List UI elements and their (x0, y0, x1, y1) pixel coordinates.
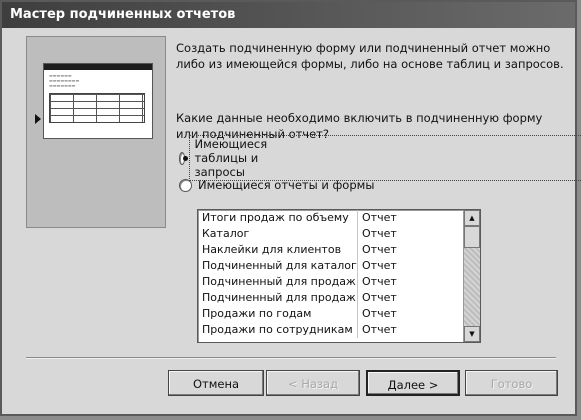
preview-grid (49, 93, 145, 123)
list-item[interactable]: Продажи по сотрудникам и Отчет (198, 322, 480, 338)
intro-text: Создать подчиненную форму или подчиненны… (176, 41, 564, 71)
item-type: Отчет (362, 259, 397, 272)
pointer-arrow-icon (35, 114, 41, 124)
listbox-scrollbar[interactable]: ▲ ▼ (463, 210, 480, 342)
cancel-button[interactable]: Отмена (168, 370, 264, 396)
preview-illustration: ▬▬▬▬▬▬ ▬▬▬▬▬▬▬▬ ▬▬▬▬▬▬▬ (26, 36, 166, 228)
item-type: Отчет (362, 211, 397, 224)
item-name: Итоги продаж по объему (198, 210, 358, 226)
radio-button[interactable] (179, 178, 192, 192)
item-name: Подчиненный для каталога (198, 258, 358, 274)
objects-listbox[interactable]: Итоги продаж по объему Отчет Каталог Отч… (197, 209, 481, 343)
item-name: Наклейки для клиентов (198, 242, 358, 258)
item-type: Отчет (362, 291, 397, 304)
item-name: Каталог (198, 226, 358, 242)
list-item[interactable]: Подчиненный для каталога Отчет (198, 258, 480, 274)
preview-document: ▬▬▬▬▬▬ ▬▬▬▬▬▬▬▬ ▬▬▬▬▬▬▬ (43, 63, 153, 139)
item-type: Отчет (362, 307, 397, 320)
separator (26, 357, 556, 359)
item-name: Продажи по годам (198, 306, 358, 322)
list-item[interactable]: Подчиненный для продаж по Отчет (198, 274, 480, 290)
scroll-thumb[interactable] (464, 226, 480, 248)
window-title: Мастер подчиненных отчетов (2, 2, 575, 28)
item-name: Продажи по сотрудникам и (198, 322, 358, 338)
list-item[interactable]: Итоги продаж по объему Отчет (198, 210, 480, 226)
scroll-down-arrow-icon[interactable]: ▼ (464, 326, 480, 342)
list-item[interactable]: Продажи по годам Отчет (198, 306, 480, 322)
item-type: Отчет (362, 323, 397, 336)
list-item[interactable]: Каталог Отчет (198, 226, 480, 242)
item-name: Подчиненный для продаж по (198, 290, 358, 306)
scroll-up-arrow-icon[interactable]: ▲ (464, 210, 480, 226)
back-button[interactable]: < Назад (266, 370, 360, 396)
option-tables-queries[interactable]: Имеющиеся таблицы и запросы (179, 135, 581, 181)
option-reports-forms[interactable]: Имеющиеся отчеты и формы (179, 174, 374, 196)
list-item[interactable]: Наклейки для клиентов Отчет (198, 242, 480, 258)
item-type: Отчет (362, 243, 397, 256)
radio-button-checked[interactable] (179, 151, 189, 165)
item-type: Отчет (362, 275, 397, 288)
finish-button[interactable]: Готово (465, 370, 558, 396)
item-type: Отчет (362, 227, 397, 240)
list-item[interactable]: Подчиненный для продаж по Отчет (198, 290, 480, 306)
item-name: Подчиненный для продаж по (198, 274, 358, 290)
option-label: Имеющиеся отчеты и формы (198, 178, 375, 192)
subreport-wizard-dialog: Мастер подчиненных отчетов ▬▬▬▬▬▬ ▬▬▬▬▬▬▬… (0, 0, 581, 416)
next-button[interactable]: Далее > (366, 370, 460, 396)
